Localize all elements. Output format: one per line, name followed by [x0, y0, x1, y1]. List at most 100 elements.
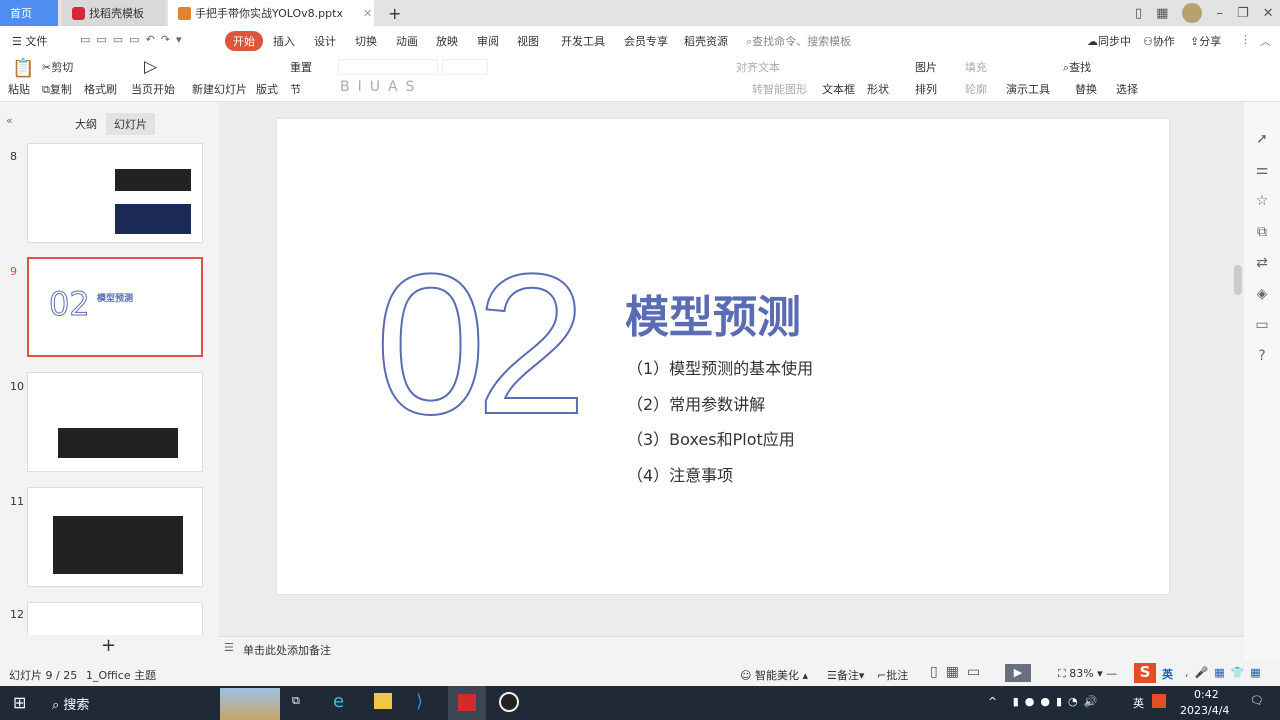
- search-placeholder: 查找命令、搜索模板: [752, 35, 852, 48]
- font-name-select[interactable]: [338, 59, 438, 75]
- tray-sogou-icon[interactable]: [1152, 694, 1166, 708]
- transition-icon[interactable]: ⇄: [1244, 248, 1280, 279]
- collab-button[interactable]: ⚇协作: [1143, 33, 1175, 49]
- system-tray-icons[interactable]: ^ ▮●●▮◔🔊: [988, 695, 1103, 708]
- file-explorer-icon[interactable]: [374, 693, 392, 709]
- taskbar-search[interactable]: ⌕ 搜索: [52, 694, 89, 713]
- tray-ime[interactable]: 英: [1133, 695, 1144, 711]
- slide-thumbnail[interactable]: [27, 487, 203, 587]
- location-icon[interactable]: ◈: [1244, 279, 1280, 310]
- format-painter-button[interactable]: 格式刷: [84, 81, 117, 97]
- beautify-button[interactable]: ☺ 智能美化 ▴: [740, 667, 808, 683]
- menu-review[interactable]: 审阅: [477, 33, 499, 49]
- layout-icon[interactable]: ▯: [1135, 6, 1142, 21]
- section-button[interactable]: 节: [290, 81, 301, 97]
- restore-icon[interactable]: ❐: [1237, 6, 1249, 21]
- file-menu[interactable]: ☰ 文件: [12, 33, 47, 49]
- font-style-buttons[interactable]: BIUAS: [340, 79, 422, 95]
- font-size-select[interactable]: [442, 59, 488, 75]
- ime-toolbar-icons[interactable]: ,🎤▦👕▦: [1185, 666, 1267, 679]
- notification-icon[interactable]: 🗨: [1250, 694, 1264, 707]
- new-tab-button[interactable]: +: [378, 0, 401, 26]
- recorder-icon[interactable]: [499, 692, 519, 712]
- tab-home[interactable]: 首页: [0, 0, 58, 26]
- ime-mode[interactable]: 英: [1162, 666, 1173, 682]
- slide-thumbnail-selected[interactable]: 02 模型预测: [27, 257, 203, 357]
- collapse-icon[interactable]: ︿: [1260, 33, 1271, 49]
- smart-shape-button[interactable]: 转智能图形: [752, 81, 807, 97]
- notes-toggle[interactable]: ☰备注▾: [827, 667, 864, 683]
- textbox-button[interactable]: 文本框: [822, 81, 855, 97]
- shape-button[interactable]: 形状: [867, 81, 889, 97]
- menu-design[interactable]: 设计: [314, 33, 336, 49]
- grid-icon[interactable]: ▦: [1156, 6, 1168, 21]
- more-icon[interactable]: ⋮: [1240, 33, 1251, 46]
- command-search[interactable]: ⌕查找命令、搜索模板: [746, 33, 851, 49]
- menu-view[interactable]: 视图: [517, 33, 539, 49]
- zoom-control[interactable]: ⛶ 83% ▾ —: [1058, 667, 1117, 681]
- add-slide-button[interactable]: +: [101, 635, 116, 656]
- align-text-button[interactable]: 对齐文本: [736, 59, 780, 75]
- clock-time[interactable]: 0:42: [1194, 688, 1219, 701]
- menu-member[interactable]: 会员专享: [624, 33, 668, 49]
- collapse-panel-icon[interactable]: «: [6, 114, 13, 127]
- minimize-icon[interactable]: –: [1216, 6, 1223, 21]
- play-slideshow-button[interactable]: ▶: [1005, 664, 1031, 682]
- tab-templates[interactable]: 找稻壳模板: [62, 0, 166, 26]
- menu-start[interactable]: 开始: [225, 31, 263, 51]
- comment-button[interactable]: ⌐批注: [877, 667, 908, 683]
- menu-insert[interactable]: 插入: [273, 33, 295, 49]
- menu-transition[interactable]: 切换: [355, 33, 377, 49]
- present-tools-button[interactable]: 演示工具: [1006, 81, 1050, 97]
- share-button[interactable]: ⇪分享: [1190, 33, 1221, 49]
- slide-thumbnail[interactable]: [27, 372, 203, 472]
- picture-button[interactable]: 图片: [915, 59, 937, 75]
- arrange-button[interactable]: 排列: [915, 81, 937, 97]
- notes-bar[interactable]: ☰ 单击此处添加备注: [218, 636, 1244, 660]
- tab-slides[interactable]: 幻灯片: [106, 113, 155, 135]
- close-window-icon[interactable]: ✕: [1263, 6, 1274, 21]
- copy-icon[interactable]: ⧉: [1244, 217, 1280, 248]
- sliders-icon[interactable]: ⚌: [1244, 155, 1280, 186]
- menu-developer[interactable]: 开发工具: [561, 33, 605, 49]
- star-icon[interactable]: ☆: [1244, 186, 1280, 217]
- slide-thumbnail[interactable]: [27, 143, 203, 243]
- close-icon[interactable]: ✕: [363, 7, 372, 20]
- rocket-icon[interactable]: ➚: [1244, 124, 1280, 155]
- help-icon[interactable]: ?: [1244, 341, 1280, 372]
- select-button[interactable]: 选择: [1116, 81, 1138, 97]
- clock-date[interactable]: 2023/4/4: [1180, 704, 1229, 717]
- quick-access-icons[interactable]: ▭▭▭▭↶↷▾: [80, 33, 188, 46]
- reset-button[interactable]: 重置: [290, 59, 312, 75]
- cut-button[interactable]: ✂剪切: [42, 59, 73, 75]
- outline-button[interactable]: 轮廓: [965, 81, 987, 97]
- layout-button[interactable]: 版式: [256, 81, 278, 97]
- edge-icon[interactable]: e: [333, 691, 344, 712]
- vscode-icon[interactable]: ⟩: [416, 691, 423, 712]
- fill-button[interactable]: 填充: [965, 59, 987, 75]
- menu-slideshow[interactable]: 放映: [436, 33, 458, 49]
- tab-outline[interactable]: 大纲: [75, 116, 97, 132]
- copy-button[interactable]: ⧉复制: [42, 81, 72, 97]
- task-view-icon[interactable]: ⧉: [292, 694, 300, 708]
- avatar[interactable]: [1182, 3, 1203, 23]
- find-button[interactable]: ⌕查找: [1063, 59, 1091, 75]
- slide-thumbnail[interactable]: [27, 602, 203, 635]
- windows-start-icon[interactable]: ⊞: [13, 693, 26, 712]
- book-icon[interactable]: ▭: [1244, 310, 1280, 341]
- play-current-button[interactable]: 当页开始: [131, 81, 175, 97]
- paste-button[interactable]: 粘贴: [8, 81, 30, 97]
- slide-canvas[interactable]: 02 模型预测 （1）模型预测的基本使用 （2）常用参数讲解 （3）Boxes和…: [277, 119, 1169, 594]
- sogou-ime-icon[interactable]: S: [1134, 663, 1156, 683]
- search-label: 搜索: [63, 698, 90, 713]
- replace-button[interactable]: 替换: [1075, 81, 1097, 97]
- slide-number: 12: [10, 608, 24, 621]
- vertical-scrollbar[interactable]: [1234, 120, 1242, 620]
- menu-animation[interactable]: 动画: [396, 33, 418, 49]
- tab-document[interactable]: 手把手带你实战YOLOv8.pptx ✕: [168, 0, 374, 26]
- menu-docer[interactable]: 稻壳资源: [684, 33, 728, 49]
- view-buttons[interactable]: ▯▦▭: [930, 664, 988, 680]
- sync-button[interactable]: ☁同步中: [1087, 33, 1131, 49]
- new-slide-button[interactable]: 新建幻灯片: [192, 81, 247, 97]
- wps-taskbar-item[interactable]: [448, 686, 486, 720]
